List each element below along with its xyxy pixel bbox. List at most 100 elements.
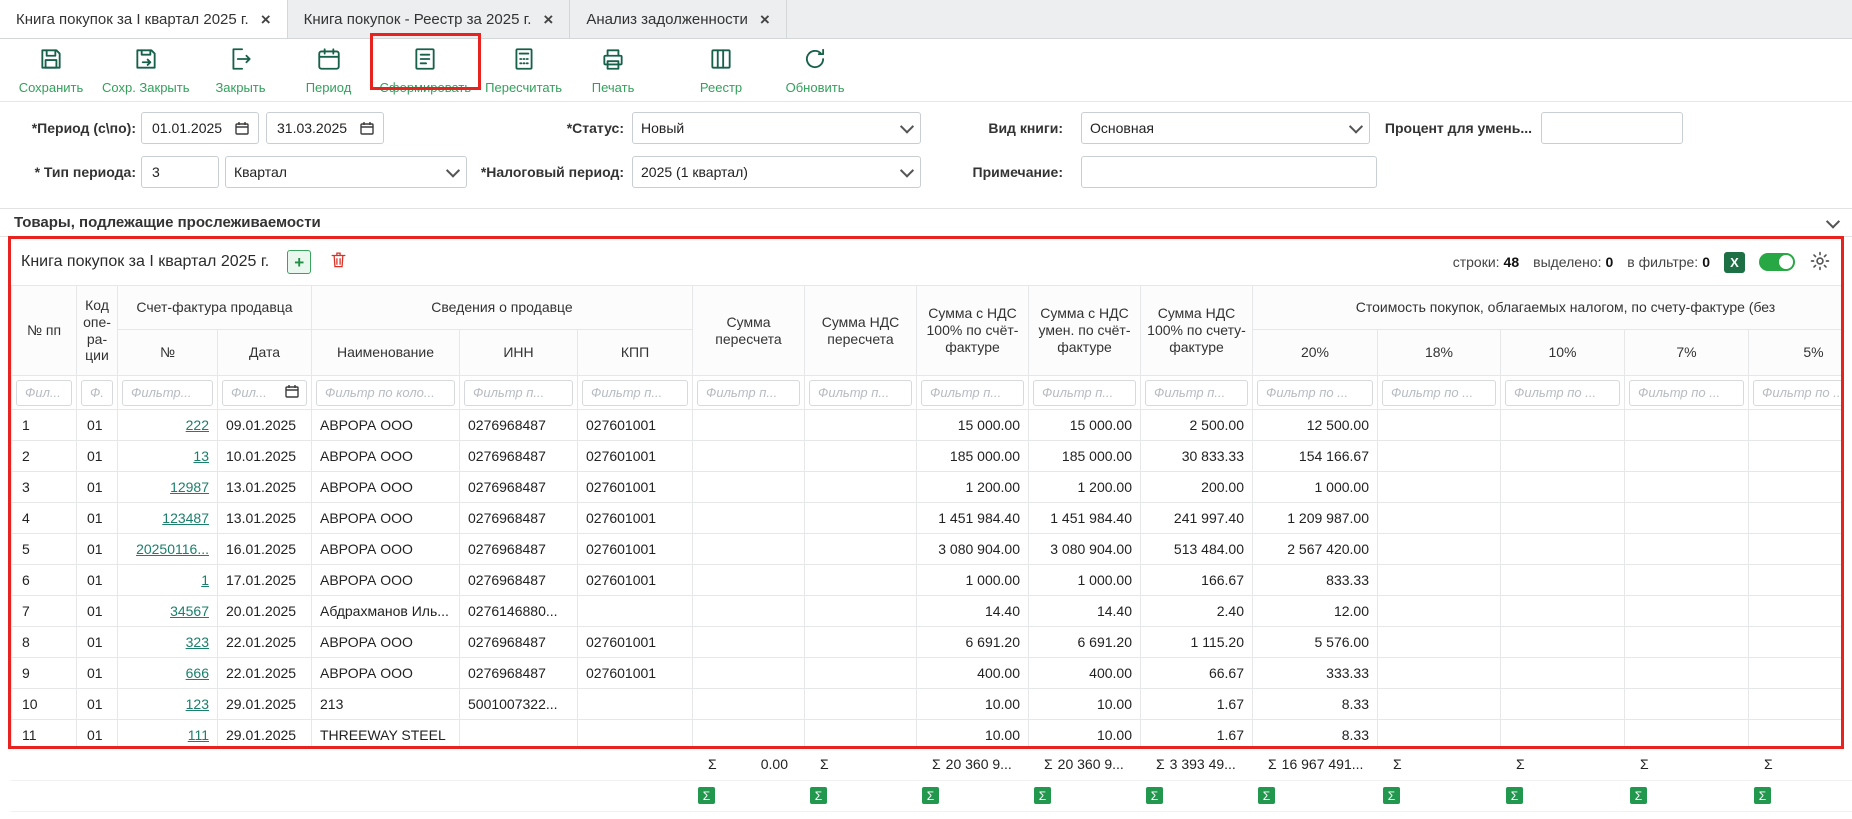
col-header-op-code[interactable]: Код опе-ра-ции	[77, 286, 118, 376]
period-type-num-field[interactable]	[150, 163, 210, 181]
settings-button[interactable]	[1809, 250, 1831, 275]
col-header-seller-name[interactable]: Наименование	[312, 330, 460, 376]
col-header-18[interactable]: 18%	[1378, 330, 1501, 376]
filter-input[interactable]	[928, 384, 1017, 401]
sum-column-button[interactable]: Σ	[1630, 787, 1647, 804]
invoice-number-link[interactable]: 111	[188, 727, 209, 743]
add-row-button[interactable]: +	[287, 250, 311, 274]
sum-column-button[interactable]: Σ	[1506, 787, 1523, 804]
table-row[interactable]: 601117.01.2025АВРОРА ООО0276968487027601…	[12, 565, 1842, 596]
table-row[interactable]: 80132322.01.2025АВРОРА ООО02769684870276…	[12, 627, 1842, 658]
col-header-recalc-vat[interactable]: Сумма НДС пересчета	[805, 286, 917, 376]
note-input[interactable]	[1081, 156, 1377, 188]
tab-registry[interactable]: Книга покупок - Реестр за 2025 г. ×	[288, 0, 571, 38]
table-row[interactable]: 7013456720.01.2025Абдрахманов Иль...0276…	[12, 596, 1842, 627]
col-header-20[interactable]: 20%	[1253, 330, 1378, 376]
invoice-number-link[interactable]: 222	[186, 417, 209, 433]
table-row[interactable]: 2011310.01.2025АВРОРА ООО027696848702760…	[12, 441, 1842, 472]
table-row[interactable]: 40112348713.01.2025АВРОРА ООО02769684870…	[12, 503, 1842, 534]
filter-input[interactable]	[1152, 384, 1241, 401]
col-header-num[interactable]: № пп	[12, 286, 77, 376]
refresh-button[interactable]: Обновить	[778, 46, 852, 95]
book-kind-select[interactable]: Основная	[1081, 112, 1370, 144]
period-type-num-input[interactable]	[141, 156, 219, 188]
period-button[interactable]: Период	[292, 46, 366, 95]
filter-input[interactable]	[1040, 384, 1129, 401]
table-scroll-area[interactable]: № пп Код опе-ра-ции Счет-фактура продавц…	[11, 285, 1841, 746]
table-row[interactable]: 3011298713.01.2025АВРОРА ООО027696848702…	[12, 472, 1842, 503]
note-field[interactable]	[1090, 163, 1368, 181]
filter-input[interactable]	[589, 384, 681, 401]
table-row[interactable]: 110111129.01.2025THREEWAY STEEL10.0010.0…	[12, 720, 1842, 747]
col-header-sum-vat-100[interactable]: Сумма с НДС 100% по счёт-фактуре	[917, 286, 1029, 376]
col-header-10[interactable]: 10%	[1501, 330, 1625, 376]
table-row[interactable]: 50120250116...16.01.2025АВРОРА ООО027696…	[12, 534, 1842, 565]
col-header-5[interactable]: 5%	[1749, 330, 1842, 376]
sum-column-button[interactable]: Σ	[1146, 787, 1163, 804]
percent-field[interactable]	[1550, 119, 1674, 137]
invoice-number-link[interactable]: 666	[186, 665, 209, 681]
invoice-number-link[interactable]: 20250116...	[136, 541, 209, 557]
filter-input[interactable]	[88, 384, 106, 401]
percent-input[interactable]	[1541, 112, 1683, 144]
table-row[interactable]: 90166622.01.2025АВРОРА ООО02769684870276…	[12, 658, 1842, 689]
generate-button[interactable]: Сформировать	[380, 46, 472, 95]
calendar-icon[interactable]	[234, 120, 250, 136]
save-close-button[interactable]: Сохр. Закрыть	[102, 46, 190, 95]
period-from-input[interactable]	[141, 112, 259, 144]
invoice-number-link[interactable]: 123487	[162, 510, 209, 526]
tab-debt-analysis[interactable]: Анализ задолженности ×	[570, 0, 787, 38]
excel-export-icon[interactable]: X	[1724, 252, 1745, 273]
col-header-invoice-no[interactable]: №	[118, 330, 218, 376]
table-row[interactable]: 10122209.01.2025АВРОРА ООО02769684870276…	[12, 410, 1842, 441]
col-header-invoice-date[interactable]: Дата	[218, 330, 312, 376]
filter-input[interactable]	[1760, 384, 1841, 401]
period-to-field[interactable]	[275, 119, 359, 137]
filter-input[interactable]	[1264, 384, 1366, 401]
invoice-number-link[interactable]: 34567	[170, 603, 209, 619]
filter-input[interactable]	[471, 384, 566, 401]
close-icon[interactable]: ×	[261, 11, 271, 28]
invoice-number-link[interactable]: 323	[186, 634, 209, 650]
tab-purchase-book[interactable]: Книга покупок за I квартал 2025 г. ×	[0, 0, 288, 38]
grid-toggle[interactable]	[1759, 253, 1795, 271]
invoice-number-link[interactable]: 1	[201, 572, 209, 588]
filter-input[interactable]	[704, 384, 793, 401]
filter-input[interactable]	[129, 384, 206, 401]
invoice-number-link[interactable]: 123	[186, 696, 209, 712]
col-header-recalc-sum[interactable]: Сумма пересчета	[693, 286, 805, 376]
traceable-goods-section[interactable]: Товары, подлежащие прослеживаемости	[0, 208, 1852, 237]
filter-input[interactable]	[816, 384, 905, 401]
chevron-down-icon[interactable]	[1826, 214, 1840, 228]
sum-column-button[interactable]: Σ	[1034, 787, 1051, 804]
col-header-vat-100[interactable]: Сумма НДС 100% по счету-фактуре	[1141, 286, 1253, 376]
invoice-number-link[interactable]: 13	[193, 448, 209, 464]
filter-input[interactable]	[323, 384, 448, 401]
recalculate-button[interactable]: Пересчитать	[485, 46, 562, 95]
sum-column-button[interactable]: Σ	[698, 787, 715, 804]
delete-row-button[interactable]	[327, 251, 349, 273]
sum-column-button[interactable]: Σ	[1383, 787, 1400, 804]
close-button[interactable]: Закрыть	[204, 46, 278, 95]
filter-input[interactable]	[1636, 384, 1737, 401]
sum-column-button[interactable]: Σ	[810, 787, 827, 804]
filter-input[interactable]	[23, 384, 65, 401]
filter-input[interactable]	[229, 384, 281, 401]
calendar-icon[interactable]	[359, 120, 375, 136]
col-header-kpp[interactable]: КПП	[578, 330, 693, 376]
close-icon[interactable]: ×	[760, 11, 770, 28]
close-icon[interactable]: ×	[543, 11, 553, 28]
table-row[interactable]: 100112329.01.20252135001007322...10.0010…	[12, 689, 1842, 720]
invoice-number-link[interactable]: 12987	[170, 479, 209, 495]
sum-column-button[interactable]: Σ	[1754, 787, 1771, 804]
col-header-sum-vat-reduced[interactable]: Сумма с НДС умен. по счёт-фактуре	[1029, 286, 1141, 376]
col-header-inn[interactable]: ИНН	[460, 330, 578, 376]
print-button[interactable]: Печать	[576, 46, 650, 95]
sum-column-button[interactable]: Σ	[922, 787, 939, 804]
filter-input[interactable]	[1389, 384, 1489, 401]
period-from-field[interactable]	[150, 119, 234, 137]
registry-button[interactable]: Реестр	[684, 46, 758, 95]
sum-column-button[interactable]: Σ	[1258, 787, 1275, 804]
period-to-input[interactable]	[266, 112, 384, 144]
col-header-7[interactable]: 7%	[1625, 330, 1749, 376]
